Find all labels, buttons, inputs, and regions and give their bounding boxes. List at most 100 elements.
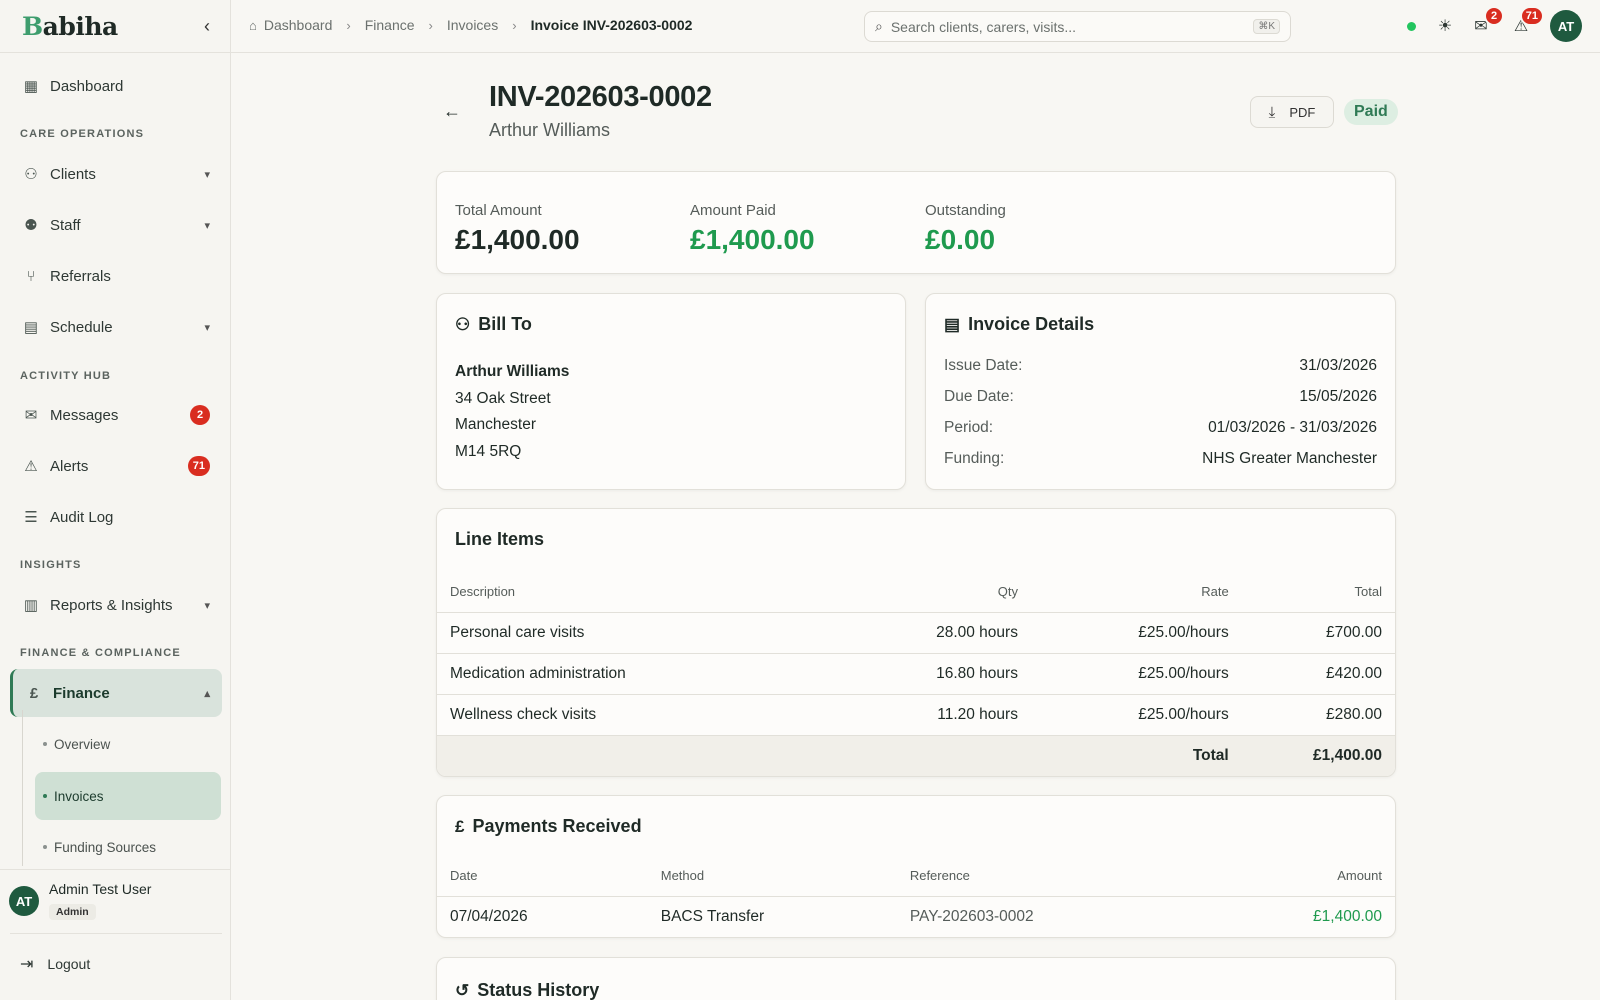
chevron-down-icon: ▾ [204, 321, 210, 334]
sidebar-item-staff[interactable]: ⚉ Staff ▾ [10, 203, 222, 247]
sidebar-subitem-label: Funding Sources [54, 839, 157, 855]
breadcrumb-invoices[interactable]: Invoices [447, 17, 498, 33]
detail-value: 15/05/2026 [1299, 388, 1377, 405]
scroll-icon: ☰ [24, 509, 38, 526]
file-chart-icon: ▥ [23, 597, 39, 614]
card-title-text: Line Items [455, 529, 545, 549]
history-icon: ↺ [455, 980, 470, 1000]
subnav-line [22, 710, 23, 866]
card-title-text: Payments Received [472, 816, 642, 836]
divider [10, 933, 222, 934]
sidebar-item-clients[interactable]: ⚇ Clients ▾ [10, 152, 222, 196]
sidebar-item-label: Alerts [50, 457, 89, 475]
avatar: AT [9, 886, 39, 916]
sidebar-item-dashboard[interactable]: ▦ Dashboard [10, 64, 222, 108]
breadcrumb-finance[interactable]: Finance [365, 17, 415, 33]
breadcrumb-current: Invoice INV-202603-0002 [530, 17, 693, 33]
column-header: Reference [896, 856, 1166, 897]
sidebar-subitem-invoices[interactable]: Invoices [35, 772, 221, 820]
stat-label: Outstanding [925, 202, 1006, 219]
back-arrow-icon[interactable]: ← [443, 101, 461, 122]
download-pdf-button[interactable]: ⤓ PDF [1250, 96, 1334, 128]
invoice-client-name: Arthur Williams [489, 120, 611, 140]
detail-value: 01/03/2026 - 31/03/2026 [1208, 419, 1377, 436]
chevron-down-icon: ▾ [204, 219, 210, 232]
column-header: Total [1241, 572, 1395, 613]
card-title: ↺ Status History [455, 980, 599, 1000]
card-title-text: Status History [477, 980, 600, 1000]
messages-mail-icon[interactable]: ✉ 2 [1468, 6, 1504, 39]
alert-triangle-icon: ⚠ [24, 458, 38, 475]
card-title: £ Payments Received [455, 816, 642, 837]
sidebar-subitem-funding-sources[interactable]: Funding Sources [35, 824, 221, 870]
search-input[interactable] [890, 18, 1254, 35]
sidebar-item-label: Staff [50, 216, 81, 234]
stat-value: £1,400.00 [455, 224, 580, 255]
address-line: 34 Oak Street [455, 389, 551, 407]
sidebar-item-alerts[interactable]: ⚠ Alerts 71 [10, 444, 222, 488]
sidebar-item-label: Finance [53, 684, 110, 702]
section-label-activity: ACTIVITY HUB [20, 370, 112, 382]
table-header-row: Date Method Reference Amount [437, 856, 1395, 897]
cell-description: Personal care visits [437, 612, 916, 654]
cell-description: Medication administration [437, 653, 916, 695]
card-title: ▤ Invoice Details [944, 314, 1094, 335]
sidebar-item-finance[interactable]: £ Finance ▴ [10, 669, 222, 717]
cell-rate: £25.00/hours [1030, 653, 1242, 695]
column-header: Amount [1165, 856, 1395, 897]
sidebar-item-messages[interactable]: ✉ Messages 2 [10, 393, 222, 437]
pound-icon: £ [29, 684, 39, 702]
user-role-badge: Admin [49, 904, 96, 920]
collapse-sidebar-icon[interactable]: ‹ [204, 16, 210, 37]
brand-bar: Babiha ‹ [0, 0, 230, 53]
sidebar-item-audit-log[interactable]: ☰ Audit Log [10, 495, 222, 539]
cell-empty [916, 735, 1031, 776]
logout-button[interactable]: ⇥ Logout [20, 954, 90, 974]
bullet-icon [43, 794, 47, 798]
bill-to-name: Arthur Williams [455, 363, 570, 380]
sidebar-item-label: Dashboard [50, 77, 124, 95]
column-header: Date [437, 856, 648, 897]
alerts-warning-icon[interactable]: ⚠ 71 [1508, 6, 1544, 39]
search-box[interactable]: ⌕ ⌘K [864, 11, 1291, 42]
status-badge: Paid [1344, 99, 1398, 125]
user-profile[interactable]: AT Admin Test User Admin [0, 869, 231, 931]
cell-qty: 16.80 hours [916, 653, 1031, 695]
total-label: Total [1030, 735, 1242, 776]
page-title: INV-202603-0002 [489, 81, 712, 113]
section-label-finance: FINANCE & COMPLIANCE [20, 647, 181, 659]
logout-icon: ⇥ [20, 956, 34, 973]
chevron-right-icon: › [512, 17, 517, 33]
cell-empty [437, 735, 916, 776]
table-row: Wellness check visits 11.20 hours £25.00… [437, 694, 1395, 736]
sidebar-item-referrals[interactable]: ⑂ Referrals [10, 254, 222, 298]
stat-value: £1,400.00 [690, 224, 815, 255]
column-header: Method [647, 856, 897, 897]
cell-qty: 11.20 hours [916, 694, 1031, 736]
shortcut-hint: ⌘K [1253, 19, 1280, 34]
sidebar-item-label: Messages [50, 406, 119, 424]
home-icon: ⌂ [249, 17, 257, 33]
bill-to-address: Arthur Williams 34 Oak Street Manchester… [455, 359, 569, 465]
payments-card: £ Payments Received Date Method Reference… [436, 795, 1396, 938]
detail-row-funding: Funding: NHS Greater Manchester [944, 450, 1377, 468]
sidebar-item-reports[interactable]: ▥ Reports & Insights ▾ [10, 583, 222, 627]
sidebar-subitem-overview[interactable]: Overview [35, 721, 221, 767]
table-row: 07/04/2026 BACS Transfer PAY-202603-0002… [437, 896, 1395, 937]
app-logo[interactable]: Babiha [22, 12, 118, 41]
bullet-icon [43, 845, 47, 849]
breadcrumb: ⌂ Dashboard › Finance › Invoices › Invoi… [249, 17, 692, 33]
avatar[interactable]: AT [1550, 10, 1582, 42]
git-branch-icon: ⑂ [26, 267, 36, 285]
cell-reference: PAY-202603-0002 [909, 907, 1034, 925]
column-header: Qty [916, 572, 1031, 613]
messages-count-badge: 2 [1484, 6, 1504, 26]
table-row: Personal care visits 28.00 hours £25.00/… [437, 612, 1395, 654]
theme-toggle-sun-icon[interactable]: ☀ [1432, 13, 1458, 39]
sidebar-item-schedule[interactable]: ▤ Schedule ▾ [10, 305, 222, 349]
amount-paid-stat: Amount Paid £1,400.00 [690, 202, 815, 256]
chevron-up-icon: ▴ [204, 687, 210, 700]
breadcrumb-dashboard[interactable]: Dashboard [264, 17, 333, 33]
dashboard-icon: ▦ [23, 78, 39, 95]
chevron-down-icon: ▾ [204, 168, 210, 181]
